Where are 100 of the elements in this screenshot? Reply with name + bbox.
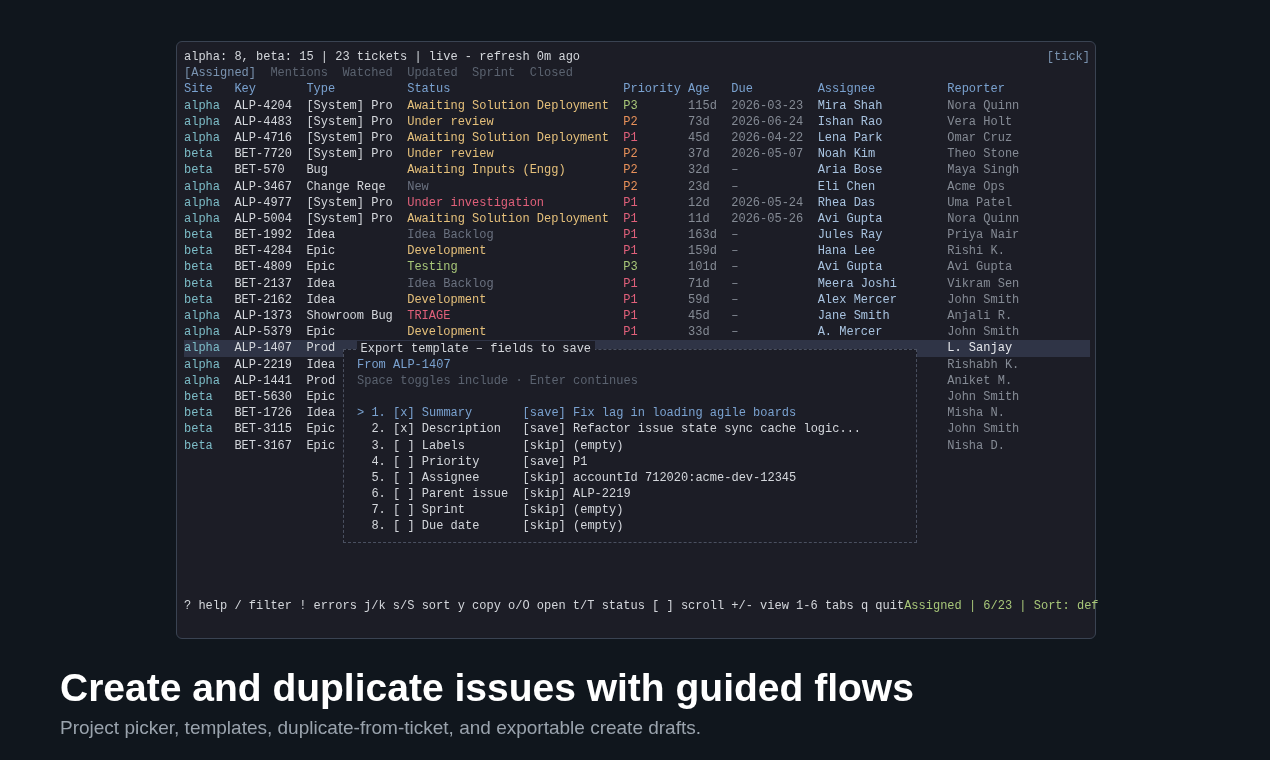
field-action: [skip] — [522, 519, 566, 534]
type-cell: Showroom Bug — [306, 309, 393, 324]
type-cell: Idea — [306, 228, 336, 243]
field-value: (empty) — [573, 438, 624, 453]
reporter-cell: Nora Quinn — [947, 98, 1020, 113]
tick-indicator: [tick] — [1046, 49, 1090, 66]
tab[interactable]: [Assigned] — [184, 65, 256, 82]
type-cell: Change Reqe — [306, 179, 386, 194]
due-cell: – — [731, 309, 739, 324]
site-cell: beta — [184, 422, 213, 437]
type-cell: [System] Pro — [306, 195, 393, 210]
field-value: (empty) — [573, 503, 624, 518]
status-cell: Awaiting Solution Deployment — [407, 131, 609, 145]
reporter-cell: L. Sanjay — [947, 341, 1013, 356]
key-cell: BET-1992 — [234, 228, 292, 243]
assignee-cell: Mira Shah — [817, 98, 883, 113]
key-cell: BET-3115 — [234, 422, 292, 437]
status-cell: Awaiting Solution Deployment — [407, 98, 609, 113]
field-number: 7. — [371, 503, 386, 518]
key-cell: ALP-4977 — [234, 195, 292, 210]
priority-cell: P1 — [623, 309, 638, 324]
site-cell: alpha — [184, 325, 220, 340]
source-ticket: From ALP-1407 — [357, 356, 451, 373]
priority-cell: P2 — [623, 114, 638, 129]
site-cell: beta — [184, 163, 213, 178]
column-header: Due — [731, 82, 753, 97]
field-action: [save] — [522, 422, 566, 437]
field-checkbox[interactable]: [ ] — [393, 519, 415, 534]
field-action: [save] — [522, 454, 566, 469]
key-cell: ALP-1407 — [234, 341, 292, 356]
site-cell: alpha — [184, 114, 220, 129]
reporter-cell: Misha N. — [947, 406, 1005, 421]
site-cell: beta — [184, 406, 213, 421]
priority-cell: P1 — [623, 276, 638, 291]
age-cell: 45d — [688, 309, 710, 324]
keybinding-hints: ? help / filter ! errors j/k s/S sort y copy o/O open t/T status [ ] scroll +/- view 1-6 tabs q quit — [184, 597, 905, 614]
age-cell: 73d — [688, 114, 710, 129]
status-summary: Assigned | 6/23 | Sort: def — [904, 597, 1099, 614]
key-cell: ALP-4204 — [234, 98, 292, 113]
field-checkbox[interactable]: [ ] — [393, 503, 415, 518]
site-cell: beta — [184, 438, 213, 453]
assignee-cell: Alex Mercer — [817, 292, 897, 307]
site-cell: alpha — [184, 195, 220, 210]
status-cell: Development — [407, 292, 487, 307]
status-cell: TRIAGE — [407, 309, 451, 324]
type-cell: Prod — [306, 341, 336, 356]
due-cell: 2026-05-07 — [731, 147, 804, 162]
field-checkbox[interactable]: [ ] — [393, 487, 415, 502]
type-cell: Idea — [306, 406, 336, 421]
reporter-cell: Rishabh K. — [947, 357, 1020, 372]
due-cell: 2026-05-24 — [731, 195, 804, 210]
priority-cell: P3 — [623, 260, 638, 275]
field-action: [skip] — [522, 470, 566, 485]
site-cell: beta — [184, 228, 213, 243]
key-cell: BET-1726 — [234, 406, 292, 421]
field-checkbox[interactable]: [ ] — [393, 454, 415, 469]
status-cell: Idea Backlog — [407, 228, 494, 243]
column-header: Reporter — [947, 82, 1005, 97]
assignee-cell: Rhea Das — [817, 195, 876, 210]
field-checkbox[interactable]: [ ] — [393, 470, 415, 485]
site-cell: alpha — [184, 373, 220, 388]
age-cell: 33d — [688, 325, 710, 340]
field-value: P1 — [573, 454, 588, 469]
field-action: [skip] — [522, 438, 566, 453]
status-cell: Under review — [407, 114, 494, 129]
key-cell: BET-3167 — [234, 438, 292, 453]
field-label: Assignee — [421, 470, 480, 485]
due-cell: 2026-03-23 — [731, 98, 804, 113]
field-action: [save] — [522, 406, 566, 421]
reporter-cell: Avi Gupta — [947, 260, 1013, 275]
assignee-cell: Lena Park — [817, 131, 883, 145]
field-checkbox[interactable]: [x] — [393, 406, 415, 421]
field-value: ALP-2219 — [573, 487, 631, 502]
reporter-cell: John Smith — [947, 325, 1020, 340]
type-cell: [System] Pro — [306, 211, 393, 226]
field-label: Priority — [421, 454, 480, 469]
reporter-cell: Vera Holt — [947, 114, 1013, 129]
type-cell: Epic — [306, 244, 336, 259]
priority-cell: P1 — [623, 195, 638, 210]
type-cell: [System] Pro — [306, 147, 393, 162]
priority-cell: P1 — [623, 292, 638, 307]
reporter-cell: Omar Cruz — [947, 131, 1013, 145]
type-cell: [System] Pro — [306, 114, 393, 129]
priority-cell: P2 — [623, 163, 638, 178]
site-cell: beta — [184, 260, 213, 275]
assignee-cell: Jane Smith — [817, 309, 890, 324]
field-checkbox[interactable]: [x] — [393, 422, 415, 437]
key-cell: ALP-4716 — [234, 131, 292, 145]
status-cell: Development — [407, 325, 487, 340]
key-cell: ALP-5379 — [234, 325, 292, 340]
type-cell: Idea — [306, 357, 336, 372]
site-cell: alpha — [184, 309, 220, 324]
status-cell: Under investigation — [407, 195, 545, 210]
field-action: [skip] — [522, 503, 566, 518]
site-cell: beta — [184, 292, 213, 307]
key-cell: ALP-5004 — [234, 211, 292, 226]
age-cell: 71d — [688, 276, 710, 291]
reporter-cell: John Smith — [947, 390, 1020, 404]
site-cell: beta — [184, 244, 213, 259]
field-checkbox[interactable]: [ ] — [393, 438, 415, 453]
